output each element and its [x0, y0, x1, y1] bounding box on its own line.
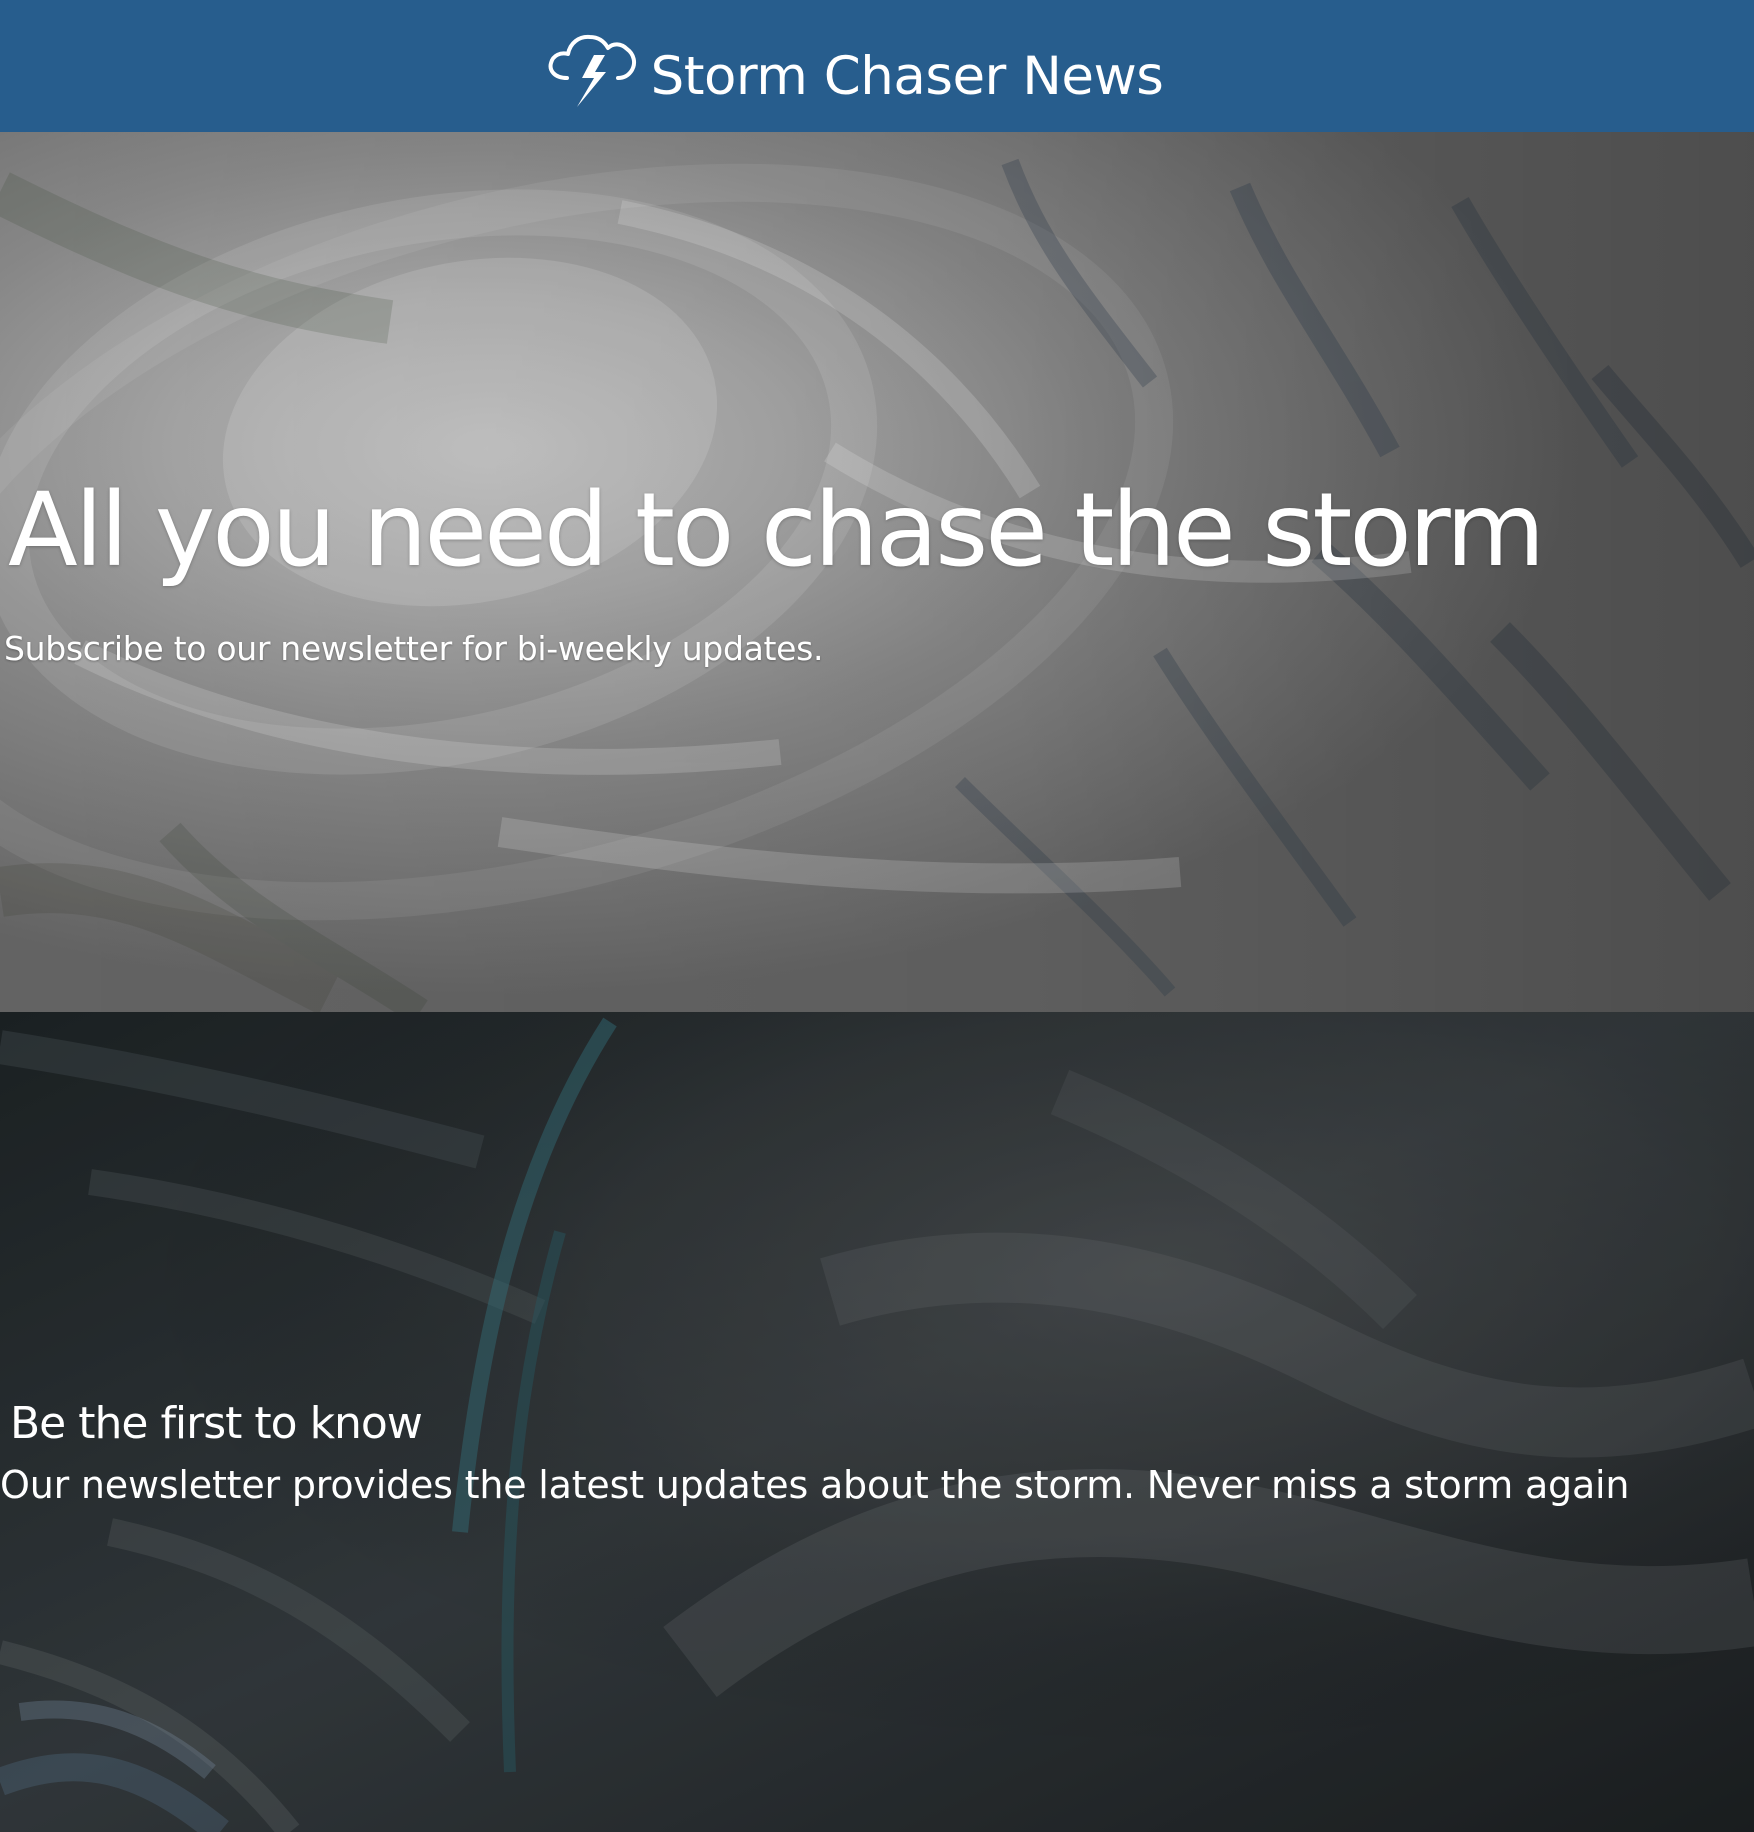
- site-title: Storm Chaser News: [650, 46, 1164, 107]
- section-title: Be the first to know: [10, 1398, 423, 1449]
- storm-cloud-lightning-icon: [543, 23, 641, 109]
- hero-subtitle: Subscribe to our newsletter for bi-weekl…: [4, 629, 824, 668]
- newsletter-info-section: Be the first to know Our newsletter prov…: [0, 1012, 1754, 1832]
- site-header: Storm Chaser News: [0, 0, 1754, 132]
- hero-section: All you need to chase the storm Subscrib…: [0, 132, 1754, 1012]
- brand[interactable]: Storm Chaser News: [543, 23, 1164, 109]
- hero-title: All you need to chase the storm: [8, 471, 1545, 590]
- section-text: Our newsletter provides the latest updat…: [0, 1463, 1630, 1507]
